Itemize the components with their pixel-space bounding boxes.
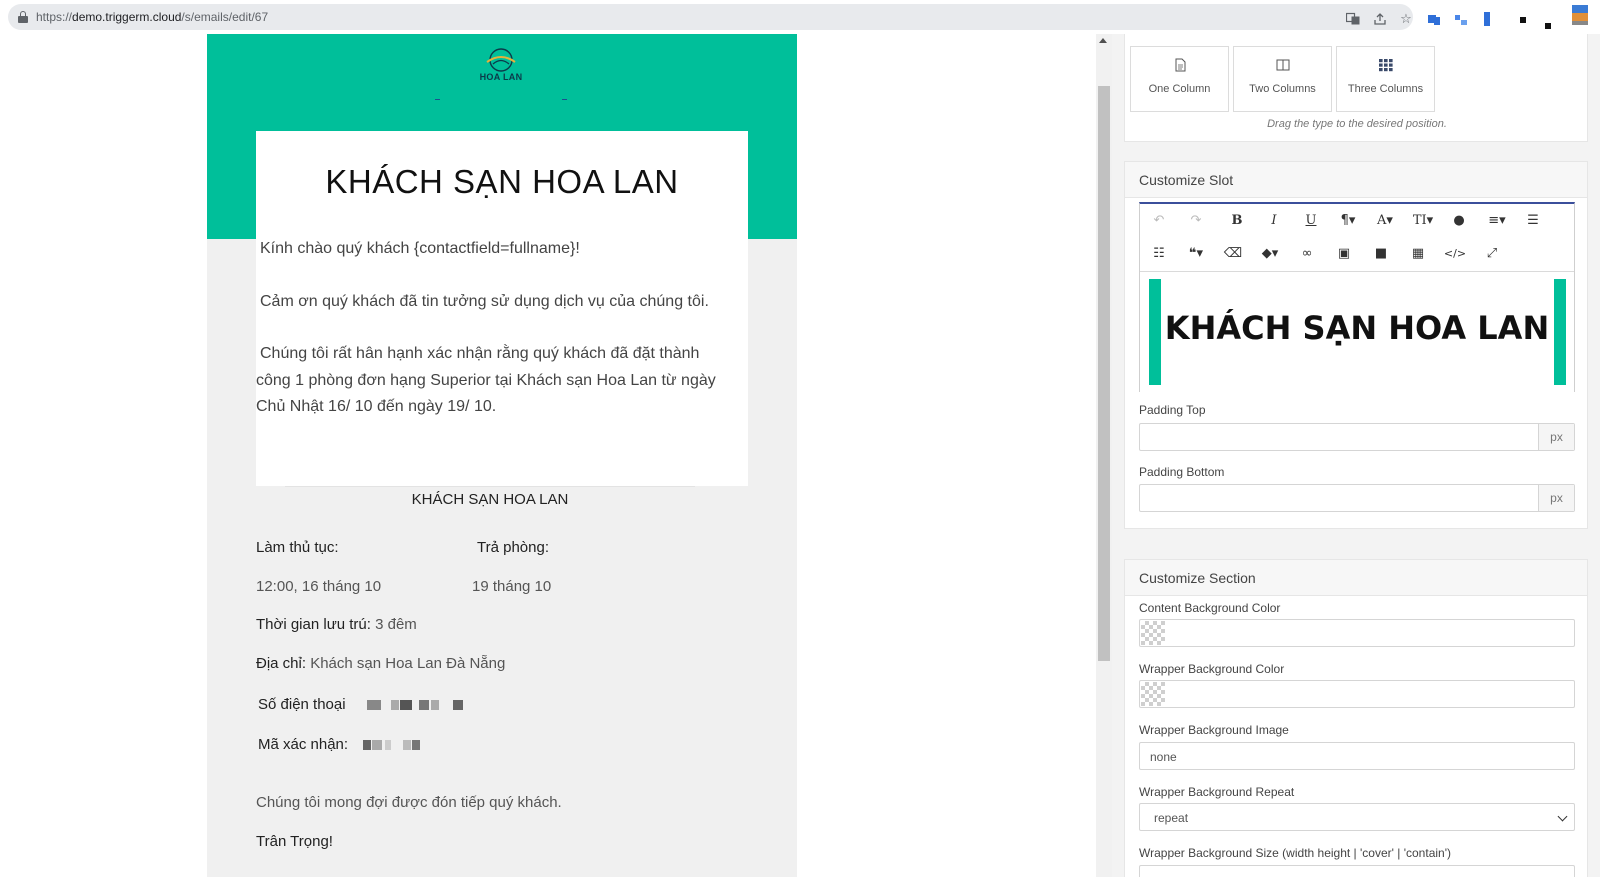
transparent-color-swatch[interactable] bbox=[1141, 682, 1165, 706]
share-icon[interactable] bbox=[1372, 12, 1388, 28]
extension-icon[interactable] bbox=[1428, 12, 1446, 31]
confirmation-code-label: Mã xác nhận: bbox=[258, 736, 349, 753]
address-bar[interactable]: https://demo.triggerm.cloud/s/emails/edi… bbox=[8, 4, 1413, 30]
phone-label: Số điện thoại bbox=[258, 696, 346, 713]
unordered-list-icon[interactable]: ☷ bbox=[1146, 243, 1172, 265]
paragraph-format-icon[interactable]: ¶▾ bbox=[1335, 210, 1361, 232]
drag-hint: Drag the type to the desired position. bbox=[1267, 118, 1447, 130]
wrapper-bg-color-label: Wrapper Background Color bbox=[1139, 662, 1285, 676]
redacted-code bbox=[363, 740, 433, 750]
wrapper-bg-repeat-select[interactable]: repeat bbox=[1139, 803, 1575, 831]
link-icon[interactable]: ∞ bbox=[1294, 243, 1320, 265]
padding-bottom-input[interactable]: px bbox=[1139, 484, 1575, 512]
transparent-color-swatch[interactable] bbox=[1141, 621, 1165, 645]
wrapper-bg-color-input[interactable] bbox=[1139, 680, 1575, 708]
editor-title-text[interactable]: KHÁCH SẠN HOA LAN bbox=[1140, 309, 1574, 347]
wrapper-bg-repeat-label: Wrapper Background Repeat bbox=[1139, 785, 1295, 799]
bold-icon[interactable]: B bbox=[1224, 210, 1250, 232]
translate-icon[interactable] bbox=[1345, 12, 1361, 28]
padding-top-input[interactable]: px bbox=[1139, 423, 1575, 451]
fullscreen-icon[interactable]: ⤢ bbox=[1479, 243, 1505, 265]
bookmark-star-icon[interactable]: ☆ bbox=[1398, 12, 1414, 28]
redo-icon[interactable]: ↷ bbox=[1183, 210, 1209, 232]
chevron-down-icon bbox=[1557, 811, 1568, 822]
email-title[interactable]: KHÁCH SẠN HOA LAN bbox=[256, 163, 748, 201]
wrapper-bg-image-label: Wrapper Background Image bbox=[1139, 723, 1289, 737]
checkout-value: 19 tháng 10 bbox=[472, 578, 552, 595]
layout-types-box: One Column Two Columns Three Columns Dra… bbox=[1124, 34, 1588, 142]
footer-hotel-name[interactable]: KHÁCH SẠN HOA LAN bbox=[285, 486, 695, 508]
one-column-option[interactable]: One Column bbox=[1130, 46, 1229, 112]
lock-icon[interactable] bbox=[18, 11, 28, 23]
underline-icon[interactable]: U bbox=[1298, 210, 1324, 232]
code-view-icon[interactable]: </> bbox=[1442, 243, 1468, 265]
wrapper-bg-size-label: Wrapper Background Size (width height | … bbox=[1139, 846, 1451, 860]
document-icon bbox=[1173, 58, 1187, 72]
confirm-text-line[interactable]: Chủ Nhật 16/ 10 đến ngày 19/ 10. bbox=[256, 393, 496, 420]
hotel-logo[interactable]: HOA LAN bbox=[477, 46, 525, 86]
logo-text: HOA LAN bbox=[479, 72, 523, 82]
profile-avatar[interactable] bbox=[1572, 5, 1590, 32]
signoff-text[interactable]: Trân Trọng! bbox=[256, 833, 333, 850]
checkin-value: 12:00, 16 tháng 10 bbox=[256, 578, 382, 595]
content-bg-color-label: Content Background Color bbox=[1139, 601, 1281, 615]
editor-scrollbar[interactable] bbox=[1096, 34, 1112, 877]
font-size-icon[interactable]: TI▾ bbox=[1410, 210, 1436, 232]
extension-icon[interactable] bbox=[1520, 12, 1528, 30]
url-text[interactable]: https://demo.triggerm.cloud/s/emails/edi… bbox=[36, 10, 268, 24]
editor-toolbar: ↶ ↷ B I U ¶▾ A▾ TI▾ ● ≡▾ ☰ ☷ ❝▾ ⌫ ◆▾ ∞ ▣… bbox=[1140, 204, 1574, 272]
undo-icon[interactable]: ↶ bbox=[1146, 210, 1172, 232]
builder-panel: One Column Two Columns Three Columns Dra… bbox=[1112, 34, 1600, 877]
greeting-text[interactable]: Kính chào quý khách {contactfield=fullna… bbox=[260, 235, 580, 262]
padding-top-unit: px bbox=[1538, 424, 1574, 450]
checkout-label: Trả phòng: bbox=[477, 539, 549, 556]
align-icon[interactable]: ≡▾ bbox=[1484, 210, 1510, 232]
padding-bottom-label: Padding Bottom bbox=[1139, 465, 1225, 479]
font-family-icon[interactable]: A▾ bbox=[1372, 210, 1398, 232]
rich-text-editor[interactable]: ↶ ↷ B I U ¶▾ A▾ TI▾ ● ≡▾ ☰ ☷ ❝▾ ⌫ ◆▾ ∞ ▣… bbox=[1139, 202, 1575, 393]
clear-format-icon[interactable]: ⌫ bbox=[1220, 243, 1246, 265]
ordered-list-icon[interactable]: ☰ bbox=[1520, 210, 1546, 232]
closing-text[interactable]: Chúng tôi mong đợi được đón tiếp quý khá… bbox=[256, 794, 562, 811]
content-bg-color-input[interactable] bbox=[1139, 619, 1575, 647]
customize-section-title: Customize Section bbox=[1125, 560, 1587, 596]
logo-underline bbox=[435, 99, 567, 101]
three-columns-option[interactable]: Three Columns bbox=[1336, 46, 1435, 112]
image-icon[interactable]: ▣ bbox=[1331, 243, 1357, 265]
padding-bottom-unit: px bbox=[1538, 485, 1574, 511]
confirm-text-line[interactable]: Chúng tôi rất hân hạnh xác nhận rằng quý… bbox=[260, 340, 699, 367]
customize-slot-title: Customize Slot bbox=[1125, 162, 1587, 198]
email-canvas[interactable]: HOA LAN KHÁCH SẠN HOA LAN Kính chào quý … bbox=[207, 34, 797, 877]
padding-top-label: Padding Top bbox=[1139, 403, 1206, 417]
text-color-icon[interactable]: ● bbox=[1446, 210, 1472, 232]
editor-content[interactable]: KHÁCH SẠN HOA LAN bbox=[1140, 273, 1574, 393]
confirm-text-line[interactable]: công 1 phòng đơn hạng Superior tại Khách… bbox=[256, 367, 716, 394]
thanks-text[interactable]: Cảm ơn quý khách đã tin tưởng sử dụng dị… bbox=[260, 288, 709, 315]
email-content-card[interactable]: KHÁCH SẠN HOA LAN Kính chào quý khách {c… bbox=[256, 131, 748, 486]
tag-icon[interactable]: ◆▾ bbox=[1257, 243, 1283, 265]
two-columns-icon bbox=[1276, 58, 1290, 71]
video-icon[interactable]: ■ bbox=[1368, 243, 1394, 265]
two-columns-option[interactable]: Two Columns bbox=[1233, 46, 1332, 112]
wrapper-bg-size-input[interactable] bbox=[1139, 865, 1575, 877]
stay-duration: Thời gian lưu trú: 3 đêm bbox=[256, 616, 417, 633]
grid-icon bbox=[1379, 58, 1393, 72]
table-icon[interactable]: ▦ bbox=[1405, 243, 1431, 265]
checkin-label: Làm thủ tục: bbox=[256, 539, 339, 556]
scroll-up-arrow-icon[interactable] bbox=[1099, 38, 1107, 43]
wrapper-bg-image-input[interactable]: none bbox=[1139, 742, 1575, 770]
extension-icon[interactable] bbox=[1484, 12, 1494, 31]
customize-slot-box: Customize Slot ↶ ↷ B I U ¶▾ A▾ TI▾ ● ≡▾ … bbox=[1124, 161, 1588, 529]
customize-section-box: Customize Section Content Background Col… bbox=[1124, 559, 1588, 877]
extension-icon[interactable] bbox=[1455, 12, 1471, 31]
address: Địa chỉ: Khách sạn Hoa Lan Đà Nẵng bbox=[256, 655, 506, 672]
scroll-thumb[interactable] bbox=[1098, 86, 1110, 661]
italic-icon[interactable]: I bbox=[1261, 210, 1287, 232]
quote-icon[interactable]: ❝▾ bbox=[1183, 243, 1209, 265]
redacted-phone bbox=[367, 700, 477, 710]
browser-bar: https://demo.triggerm.cloud/s/emails/edi… bbox=[0, 0, 1600, 34]
